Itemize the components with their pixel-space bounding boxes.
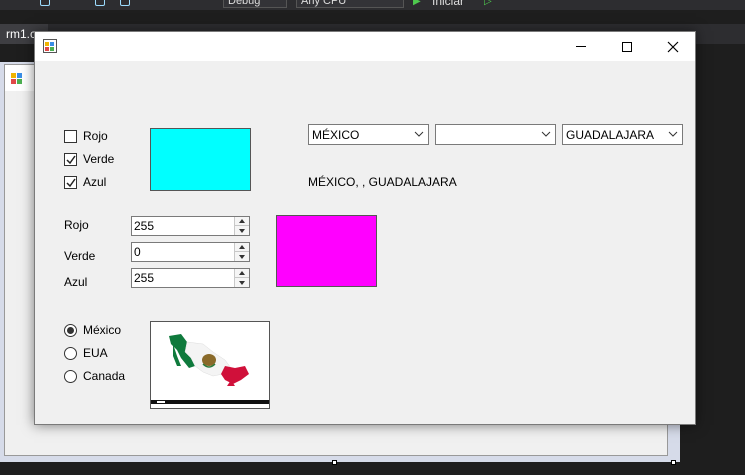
spin-buttons	[234, 217, 249, 235]
form-icon	[11, 73, 22, 84]
checkbox-rojo[interactable]: Rojo	[64, 128, 108, 144]
rgb-label-verde: Verde	[64, 249, 96, 263]
checkbox-box[interactable]	[64, 175, 77, 189]
checkbox-azul[interactable]: Azul	[64, 174, 106, 190]
flag-picturebox	[150, 321, 270, 409]
checkbox-verde[interactable]: Verde	[64, 151, 114, 167]
checkmark-icon	[66, 155, 76, 164]
checkbox-box[interactable]	[64, 152, 77, 166]
resize-handle[interactable]	[332, 460, 337, 465]
save-all-icon[interactable]	[120, 0, 130, 6]
spin-buttons	[234, 243, 249, 261]
checkbox-box[interactable]	[64, 129, 77, 143]
spin-down-button[interactable]	[235, 278, 249, 287]
chevron-down-icon	[239, 254, 245, 259]
chevron-up-icon	[239, 245, 245, 249]
rgb-label-rojo: Rojo	[64, 218, 89, 232]
combobox-value: GUADALAJARA	[566, 128, 655, 142]
chevron-down-icon[interactable]	[668, 129, 678, 139]
mexico-flag-map-image	[151, 322, 269, 408]
platform-combo[interactable]: Any CPU	[296, 0, 404, 8]
numeric-value[interactable]: 255	[134, 219, 154, 233]
minimize-icon	[576, 46, 586, 47]
color-preview-panel	[150, 128, 251, 191]
country-combobox[interactable]: MÉXICO	[308, 124, 429, 145]
chevron-down-icon[interactable]	[541, 129, 551, 139]
numeric-value[interactable]: 0	[134, 245, 141, 259]
spin-up-button[interactable]	[235, 269, 249, 278]
checkbox-label: Verde	[83, 152, 115, 166]
numeric-azul[interactable]: 255	[131, 268, 250, 288]
checkbox-label: Azul	[83, 175, 107, 189]
chevron-up-icon	[239, 271, 245, 275]
resize-handle[interactable]	[671, 460, 676, 465]
spin-up-button[interactable]	[235, 217, 249, 226]
radio-label: EUA	[83, 346, 108, 360]
numeric-rojo[interactable]: 255	[131, 216, 250, 236]
radio-dot	[67, 326, 74, 334]
rgb-color-panel	[276, 215, 377, 287]
maximize-icon	[622, 41, 632, 52]
close-button[interactable]	[650, 32, 696, 61]
form-client-area: Rojo Verde Azul MÉXICO GUADALAJARA MÉXIC…	[35, 61, 695, 425]
radio-circle[interactable]	[64, 369, 77, 383]
maximize-button[interactable]	[604, 32, 650, 61]
radio-label: Canada	[83, 369, 126, 383]
run-label[interactable]: Iniciar	[432, 0, 464, 8]
radio-mexico[interactable]: México	[64, 322, 121, 338]
spin-down-button[interactable]	[235, 226, 249, 235]
location-label: MÉXICO, , GUADALAJARA	[308, 175, 457, 189]
chevron-down-icon	[239, 280, 245, 285]
rgb-label-azul: Azul	[64, 275, 88, 289]
form-window: Rojo Verde Azul MÉXICO GUADALAJARA MÉXIC…	[34, 31, 696, 425]
form-icon	[43, 39, 57, 53]
spin-up-button[interactable]	[235, 243, 249, 252]
save-all-icon[interactable]	[95, 0, 105, 6]
save-icon[interactable]	[40, 0, 50, 6]
play-icon[interactable]: ▶	[413, 0, 421, 7]
spin-buttons	[234, 269, 249, 287]
spin-down-button[interactable]	[235, 252, 249, 261]
combobox-value: MÉXICO	[312, 128, 360, 142]
checkmark-icon	[66, 178, 76, 187]
checkbox-label: Rojo	[83, 129, 108, 143]
minimize-button[interactable]	[558, 32, 604, 61]
radio-eua[interactable]: EUA	[64, 345, 108, 361]
config-combo[interactable]: Debug	[223, 0, 287, 8]
numeric-verde[interactable]: 0	[131, 242, 250, 262]
title-bar[interactable]	[35, 32, 695, 61]
play-outline-icon[interactable]: ▷	[484, 0, 492, 7]
close-icon	[667, 41, 679, 52]
chevron-up-icon	[239, 219, 245, 223]
numeric-value[interactable]: 255	[134, 271, 154, 285]
radio-label: México	[83, 323, 122, 337]
ide-toolbar: Debug Any CPU ▶ Iniciar ▷	[0, 0, 745, 10]
radio-canada[interactable]: Canada	[64, 368, 125, 384]
chevron-down-icon	[239, 228, 245, 233]
chevron-down-icon[interactable]	[414, 129, 424, 139]
city-combobox[interactable]: GUADALAJARA	[562, 124, 683, 145]
radio-circle[interactable]	[64, 323, 77, 337]
radio-circle[interactable]	[64, 346, 77, 360]
state-combobox[interactable]	[435, 124, 556, 145]
